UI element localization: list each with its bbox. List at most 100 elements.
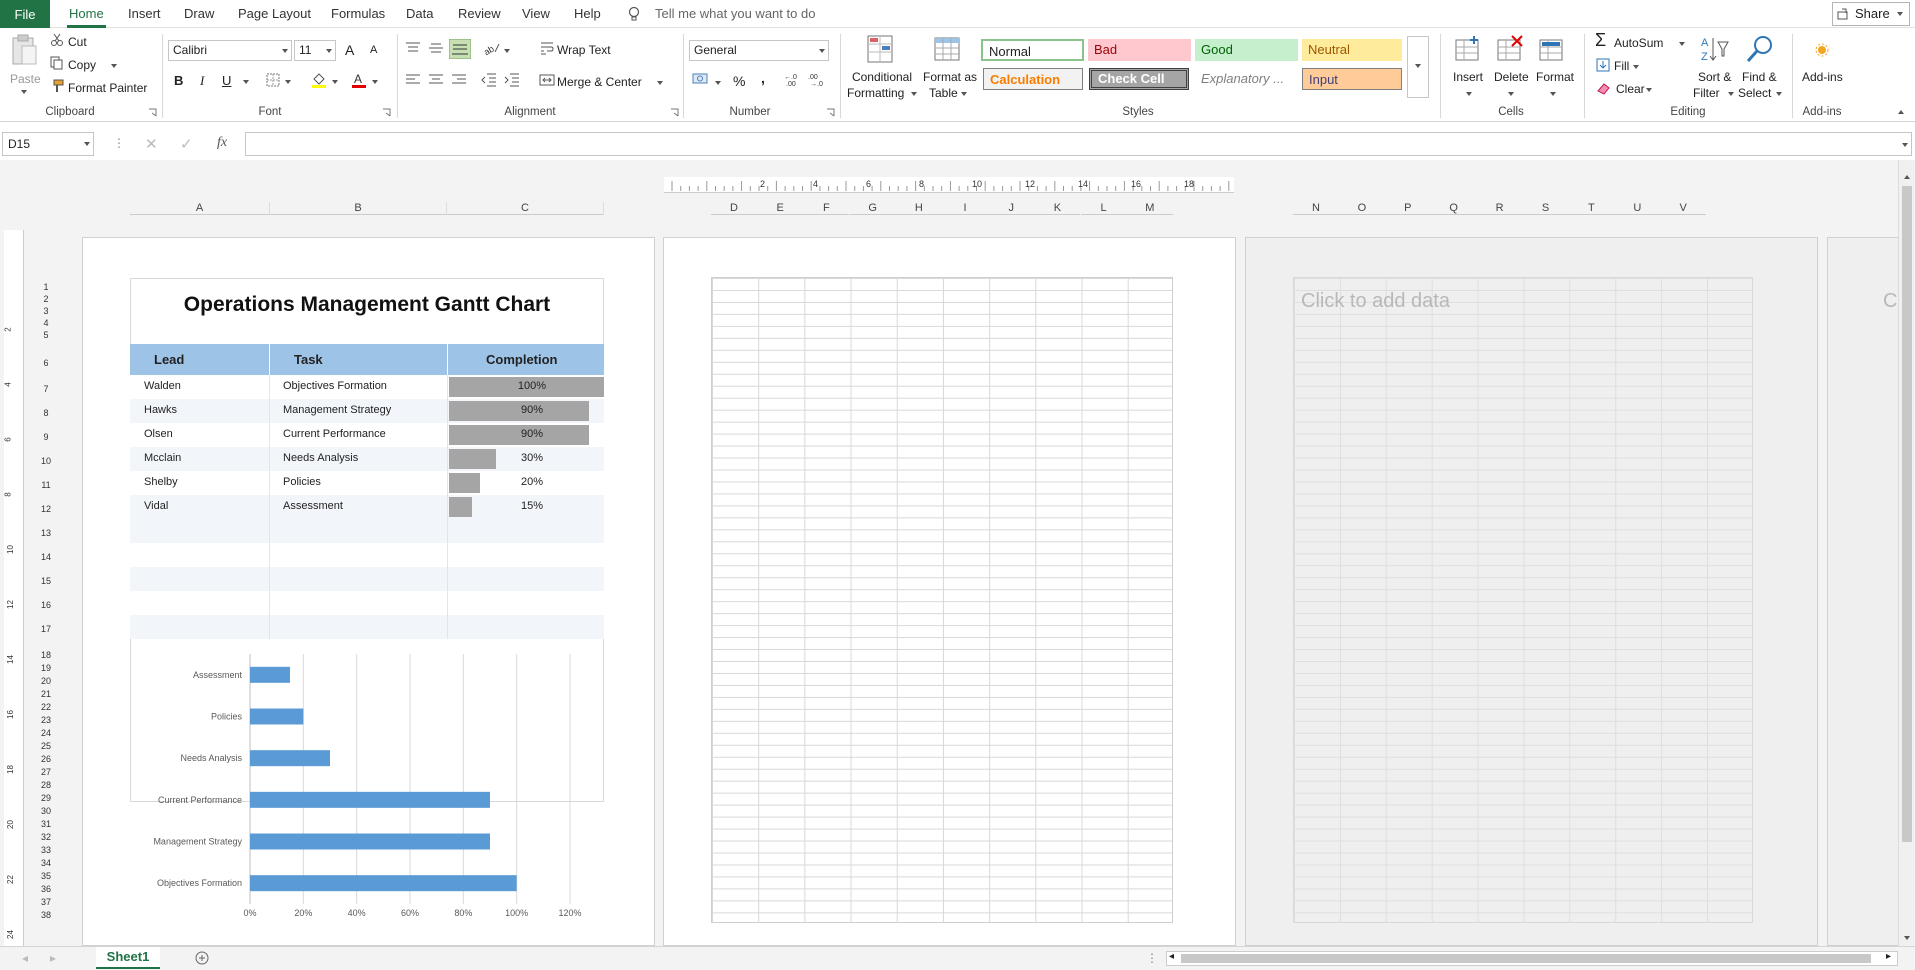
align-middle-icon[interactable] (428, 42, 444, 54)
sheet-tab-sheet1[interactable]: Sheet1 (96, 947, 160, 969)
row-number[interactable]: 20 (36, 676, 56, 686)
orientation-icon[interactable]: ab (483, 40, 501, 56)
wrap-text-button[interactable]: Wrap Text (557, 43, 611, 57)
autosum-button[interactable]: AutoSum (1614, 36, 1663, 50)
row-number[interactable]: 10 (36, 456, 56, 466)
increase-decimal-icon[interactable]: ←.0.00 (784, 72, 802, 86)
style-check-cell[interactable]: Check Cell (1089, 68, 1189, 90)
vertical-scroll-thumb[interactable] (1902, 186, 1912, 842)
font-color-icon[interactable]: A (351, 71, 367, 89)
column-header[interactable]: P (1384, 202, 1431, 215)
row-number[interactable]: 36 (36, 884, 56, 894)
row-number[interactable]: 9 (36, 432, 56, 442)
column-header[interactable]: A (130, 202, 270, 215)
style-calculation[interactable]: Calculation (983, 68, 1083, 90)
row-number[interactable]: 17 (36, 624, 56, 634)
scroll-down-icon[interactable] (1904, 936, 1910, 940)
align-bottom-icon[interactable] (449, 39, 471, 59)
clear-button[interactable]: Clear (1616, 82, 1645, 96)
tab-home[interactable]: Home (67, 0, 106, 28)
cut-button[interactable]: Cut (68, 35, 87, 49)
column-header[interactable]: B (270, 202, 447, 215)
row-number[interactable]: 35 (36, 871, 56, 881)
row-number[interactable]: 14 (36, 552, 56, 562)
bold-button[interactable]: B (174, 73, 183, 88)
format-painter-button[interactable]: Format Painter (68, 81, 147, 95)
column-header[interactable]: D (711, 202, 757, 215)
conditional-formatting-button[interactable]: Conditional (850, 70, 914, 84)
number-launcher-icon[interactable] (826, 108, 835, 117)
font-launcher-icon[interactable] (382, 108, 391, 117)
table-row-empty[interactable] (130, 615, 604, 639)
vertical-scrollbar[interactable] (1898, 160, 1915, 946)
format-as-table-button[interactable]: Format as (923, 70, 977, 84)
column-header[interactable]: S (1522, 202, 1569, 215)
column-header[interactable]: G (849, 202, 896, 215)
insert-cells-button[interactable]: Insert (1453, 70, 1483, 84)
paste-button[interactable]: Paste (10, 72, 41, 86)
tell-me-search[interactable]: Tell me what you want to do (655, 0, 815, 28)
row-number[interactable]: 13 (36, 528, 56, 538)
table-row[interactable]: Vidal Assessment 15% (130, 495, 604, 519)
column-header[interactable]: E (757, 202, 804, 215)
row-number[interactable]: 6 (36, 358, 56, 368)
row-number[interactable]: 3 (36, 306, 56, 316)
column-header[interactable]: K (1034, 202, 1081, 215)
row-number[interactable]: 33 (36, 845, 56, 855)
expand-formula-caret-icon[interactable] (1902, 143, 1908, 147)
percent-style-button[interactable]: % (733, 73, 745, 89)
scroll-left-icon[interactable]: ◂ (1169, 951, 1174, 962)
accounting-format-icon[interactable] (692, 72, 710, 86)
decrease-decimal-icon[interactable]: .00→.0 (808, 72, 826, 86)
insert-function-button[interactable]: fx (217, 135, 227, 151)
collapse-ribbon-icon[interactable] (1898, 110, 1904, 114)
add-data-placeholder[interactable]: Click to add data (1301, 290, 1450, 313)
grow-font-button[interactable]: A (345, 42, 354, 58)
next-sheet-icon[interactable]: ▸ (50, 951, 56, 965)
tab-review[interactable]: Review (458, 0, 501, 28)
table-row[interactable]: Mcclain Needs Analysis 30% (130, 447, 604, 471)
column-header[interactable]: C (447, 202, 604, 215)
row-number[interactable]: 28 (36, 780, 56, 790)
scroll-right-icon[interactable]: ▸ (1886, 951, 1891, 962)
row-number[interactable]: 24 (36, 728, 56, 738)
row-number[interactable]: 7 (36, 384, 56, 394)
column-header[interactable]: M (1126, 202, 1173, 215)
sort-filter-button[interactable]: Sort & (1698, 70, 1731, 84)
italic-button[interactable]: I (200, 73, 204, 89)
find-select-button[interactable]: Find & (1742, 70, 1777, 84)
merge-center-button[interactable]: Merge & Center (557, 75, 642, 89)
column-header[interactable]: R (1476, 202, 1523, 215)
tab-draw[interactable]: Draw (184, 0, 214, 28)
alignment-launcher-icon[interactable] (670, 108, 679, 117)
row-number[interactable]: 19 (36, 663, 56, 673)
row-number[interactable]: 15 (36, 576, 56, 586)
align-left-icon[interactable] (405, 74, 421, 86)
column-header[interactable]: Q (1430, 202, 1477, 215)
sheet-area[interactable]: 2 4 6 8 10 12 14 16 18 2 4 6 8 10 12 14 16 18 20 22 24 ABC … (0, 160, 1907, 946)
row-number[interactable]: 37 (36, 897, 56, 907)
style-normal[interactable]: Normal (981, 39, 1084, 61)
fill-color-icon[interactable] (311, 71, 327, 89)
row-number[interactable]: 12 (36, 504, 56, 514)
row-number[interactable]: 4 (36, 318, 56, 328)
tab-page-layout[interactable]: Page Layout (238, 0, 311, 28)
formula-input[interactable] (245, 132, 1912, 156)
comma-style-button[interactable]: , (761, 70, 765, 86)
row-number[interactable]: 34 (36, 858, 56, 868)
column-header[interactable]: H (895, 202, 942, 215)
column-header[interactable]: L (1080, 202, 1127, 215)
column-header[interactable]: F (803, 202, 850, 215)
table-row[interactable]: Olsen Current Performance 90% (130, 423, 604, 447)
align-center-icon[interactable] (428, 74, 444, 86)
style-neutral[interactable]: Neutral (1302, 39, 1402, 61)
shrink-font-button[interactable]: A (370, 44, 377, 56)
column-header[interactable]: U (1614, 202, 1661, 215)
table-row-empty[interactable] (130, 567, 604, 591)
row-number[interactable]: 18 (36, 650, 56, 660)
row-number[interactable]: 1 (36, 282, 56, 292)
align-right-icon[interactable] (451, 74, 467, 86)
copy-button[interactable]: Copy (68, 58, 96, 72)
scroll-up-icon[interactable] (1904, 175, 1910, 179)
row-number[interactable]: 27 (36, 767, 56, 777)
